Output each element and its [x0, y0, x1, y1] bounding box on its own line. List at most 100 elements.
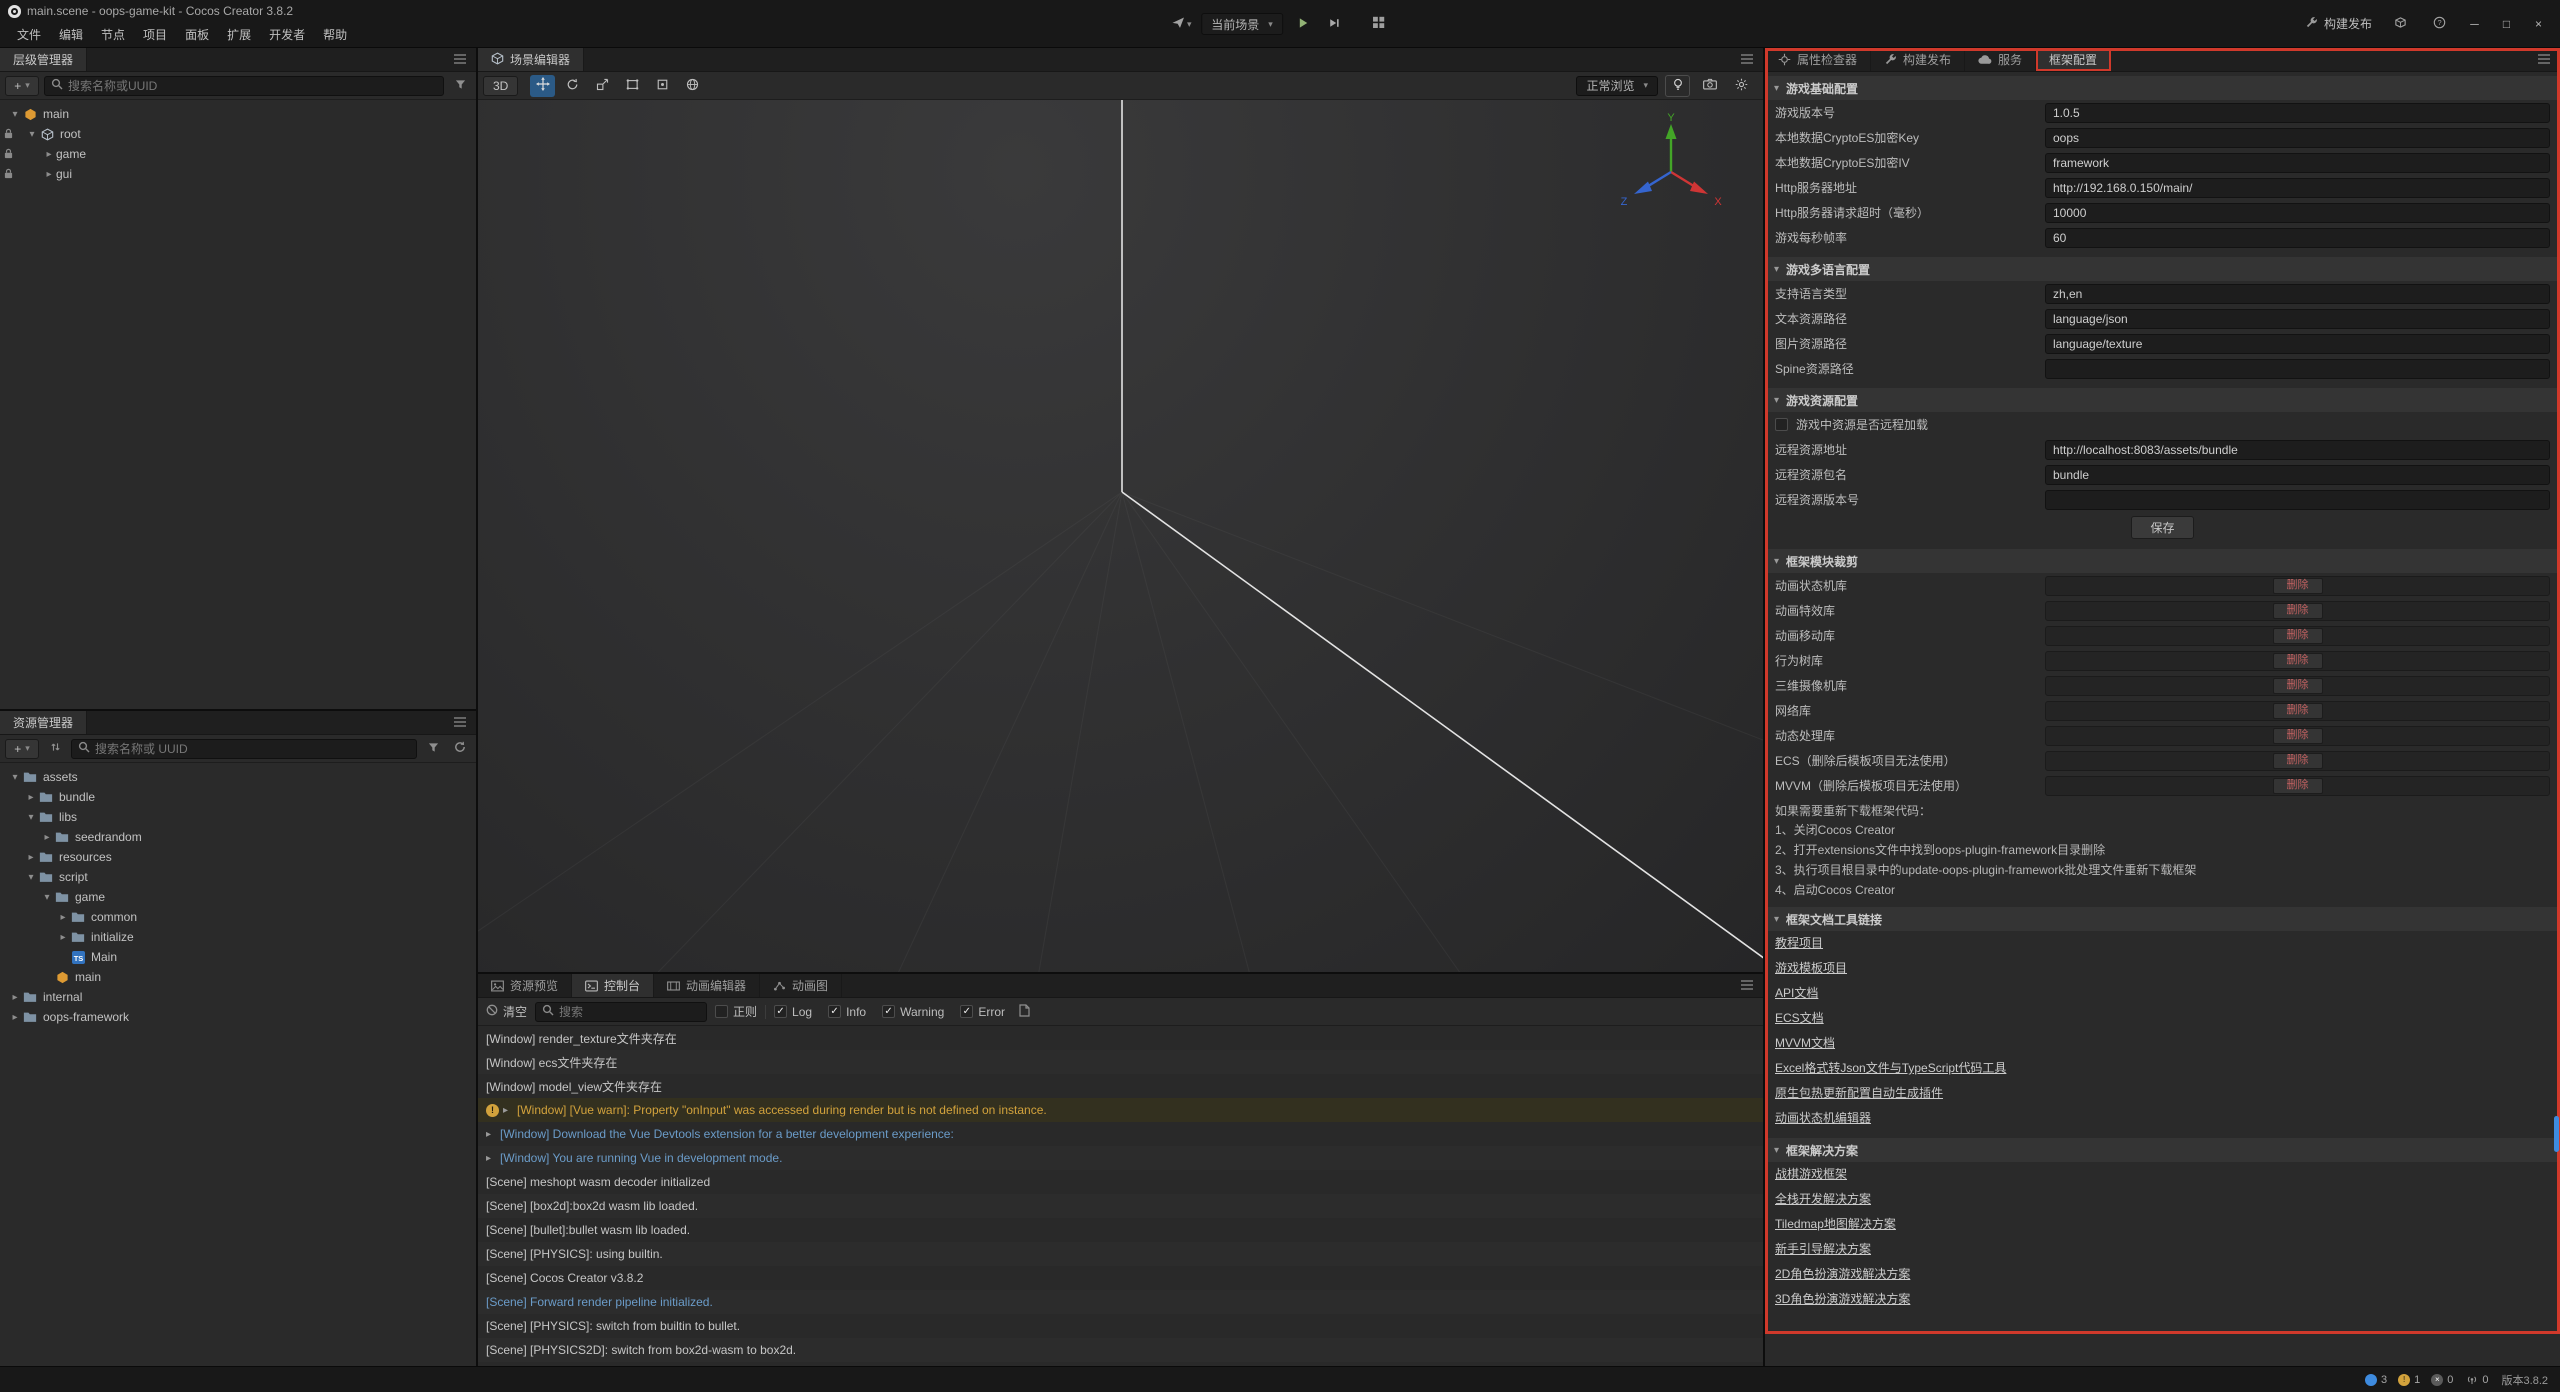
log-row[interactable]: [Scene] [PHYSICS]: switch from builtin t…	[478, 1314, 1763, 1338]
doc-link[interactable]: 2D角色扮演游戏解决方案	[1775, 1262, 1910, 1287]
expand-caret-icon[interactable]: ▸	[56, 932, 70, 943]
tree-row[interactable]: ▸resources	[0, 847, 476, 867]
assets-refresh-button[interactable]	[449, 739, 471, 759]
move-tool-button[interactable]	[530, 75, 555, 97]
camera-settings-button[interactable]	[1697, 75, 1722, 97]
tree-row[interactable]: ▸initialize	[0, 927, 476, 947]
tree-row[interactable]: ▸common	[0, 907, 476, 927]
property-input[interactable]	[2045, 309, 2550, 329]
tree-row[interactable]: main	[0, 967, 476, 987]
tree-row[interactable]: ▾assets	[0, 767, 476, 787]
minimize-button[interactable]: ─	[2467, 17, 2482, 31]
menu-item[interactable]: 编辑	[50, 26, 92, 45]
doc-link[interactable]: Tiledmap地图解决方案	[1775, 1212, 1896, 1237]
assets-filter-button[interactable]	[422, 739, 444, 759]
hierarchy-search-input[interactable]: 搜索名称或UUID	[44, 76, 444, 96]
tree-row[interactable]: ▾game	[0, 887, 476, 907]
pivot-toggle-button[interactable]	[650, 75, 675, 97]
maximize-button[interactable]: □	[2499, 17, 2514, 31]
menu-item[interactable]: 节点	[92, 26, 134, 45]
status-error-badge[interactable]: ×0	[2431, 1374, 2453, 1386]
tab-hierarchy[interactable]: 层级管理器	[0, 48, 87, 71]
orientation-gizmo[interactable]: Y X Z	[1611, 112, 1731, 232]
tree-row[interactable]: ▸oops-framework	[0, 1007, 476, 1027]
menu-item[interactable]: 项目	[134, 26, 176, 45]
play-button[interactable]	[1292, 13, 1314, 35]
doc-link[interactable]: 游戏模板项目	[1775, 956, 1847, 981]
delete-module-button[interactable]: 删除	[2273, 653, 2323, 669]
scene-viewport[interactable]: Y X Z	[478, 100, 1763, 972]
expand-caret-icon[interactable]: ▸	[42, 169, 56, 180]
property-input[interactable]	[2045, 490, 2550, 510]
preview-target-button[interactable]: ▾	[1170, 13, 1192, 35]
collapse-caret-icon[interactable]: ▾	[40, 892, 54, 903]
property-input[interactable]	[2045, 178, 2550, 198]
collapse-caret-icon[interactable]: ▾	[8, 109, 22, 120]
filter-toggle[interactable]: Log	[774, 1005, 812, 1019]
property-input[interactable]	[2045, 334, 2550, 354]
log-row[interactable]: !▸[Window] [Vue warn]: Property "onInput…	[478, 1098, 1763, 1122]
menu-item[interactable]: 文件	[8, 26, 50, 45]
expand-caret-icon[interactable]: ▸	[56, 912, 70, 923]
panel-menu-button[interactable]	[444, 48, 476, 71]
property-input[interactable]	[2045, 359, 2550, 379]
section-header[interactable]: ▾框架解决方案	[1765, 1138, 2560, 1162]
delete-module-button[interactable]: 删除	[2273, 678, 2323, 694]
property-input[interactable]	[2045, 284, 2550, 304]
section-header[interactable]: ▾框架模块裁剪	[1765, 549, 2560, 573]
log-row[interactable]: [Scene] [box2d]:box2d wasm lib loaded.	[478, 1194, 1763, 1218]
tree-row[interactable]: TSMain	[0, 947, 476, 967]
tree-row[interactable]: ▸gui	[0, 164, 476, 184]
assets-sort-button[interactable]	[44, 739, 66, 759]
delete-module-button[interactable]: 删除	[2273, 578, 2323, 594]
remote-load-checkbox[interactable]	[1775, 418, 1788, 431]
doc-link[interactable]: 新手引导解决方案	[1775, 1237, 1871, 1262]
log-row[interactable]: [Scene] meshopt wasm decoder initialized	[478, 1170, 1763, 1194]
filter-toggle[interactable]: Info	[828, 1005, 866, 1019]
scene-select[interactable]: 当前场景▾	[1201, 13, 1283, 35]
panel-menu-button[interactable]	[2528, 48, 2560, 71]
expand-caret-icon[interactable]: ▸	[486, 1129, 500, 1140]
doc-link[interactable]: ECS文档	[1775, 1006, 1824, 1031]
log-row[interactable]: ▸[Window] You are running Vue in develop…	[478, 1146, 1763, 1170]
expand-caret-icon[interactable]: ▸	[503, 1105, 517, 1116]
expand-caret-icon[interactable]: ▸	[42, 149, 56, 160]
log-row[interactable]: [Window] render_texture文件夹存在	[478, 1026, 1763, 1050]
property-input[interactable]	[2045, 203, 2550, 223]
doc-link[interactable]: 全栈开发解决方案	[1775, 1187, 1871, 1212]
lighting-toggle-button[interactable]	[1665, 75, 1690, 97]
doc-link[interactable]: 原生包热更新配置自动生成插件	[1775, 1081, 1943, 1106]
log-row[interactable]: [Scene] Cocos Creator v3.8.2	[478, 1266, 1763, 1290]
doc-link[interactable]: 教程项目	[1775, 931, 1823, 956]
property-input[interactable]	[2045, 103, 2550, 123]
delete-module-button[interactable]: 删除	[2273, 628, 2323, 644]
mode-3d-toggle[interactable]: 3D	[483, 76, 518, 96]
step-button[interactable]	[1323, 13, 1345, 35]
tree-row[interactable]: ▸internal	[0, 987, 476, 1007]
expand-caret-icon[interactable]: ▸	[24, 792, 38, 803]
expand-caret-icon[interactable]: ▸	[486, 1153, 500, 1164]
help-button[interactable]: ?	[2428, 13, 2450, 35]
status-warn-badge[interactable]: !1	[2398, 1374, 2420, 1386]
panel-menu-button[interactable]	[444, 711, 476, 734]
view-mode-select[interactable]: 正常浏览▾	[1576, 76, 1658, 96]
property-input[interactable]	[2045, 440, 2550, 460]
clear-console-button[interactable]: 清空	[486, 1003, 527, 1020]
log-row[interactable]: [Scene] [PHYSICS]: using builtin.	[478, 1242, 1763, 1266]
expand-caret-icon[interactable]: ▸	[8, 992, 22, 1003]
tree-row[interactable]: ▸game	[0, 144, 476, 164]
open-log-file-button[interactable]	[1013, 1002, 1035, 1022]
collapse-caret-icon[interactable]: ▾	[25, 129, 39, 140]
scale-tool-button[interactable]	[590, 75, 615, 97]
build-publish-button[interactable]: 构建发布	[2305, 15, 2372, 32]
doc-link[interactable]: MVVM文档	[1775, 1031, 1835, 1056]
expand-caret-icon[interactable]: ▸	[40, 832, 54, 843]
menu-item[interactable]: 开发者	[260, 26, 314, 45]
doc-link[interactable]: 动画状态机编辑器	[1775, 1106, 1871, 1131]
coordinate-space-button[interactable]	[680, 75, 705, 97]
rect-tool-button[interactable]	[620, 75, 645, 97]
hierarchy-filter-button[interactable]	[449, 76, 471, 96]
panel-menu-button[interactable]	[1731, 974, 1763, 997]
assets-search-input[interactable]: 搜索名称或 UUID	[71, 739, 417, 759]
doc-link[interactable]: Excel格式转Json文件与TypeScript代码工具	[1775, 1056, 2006, 1081]
